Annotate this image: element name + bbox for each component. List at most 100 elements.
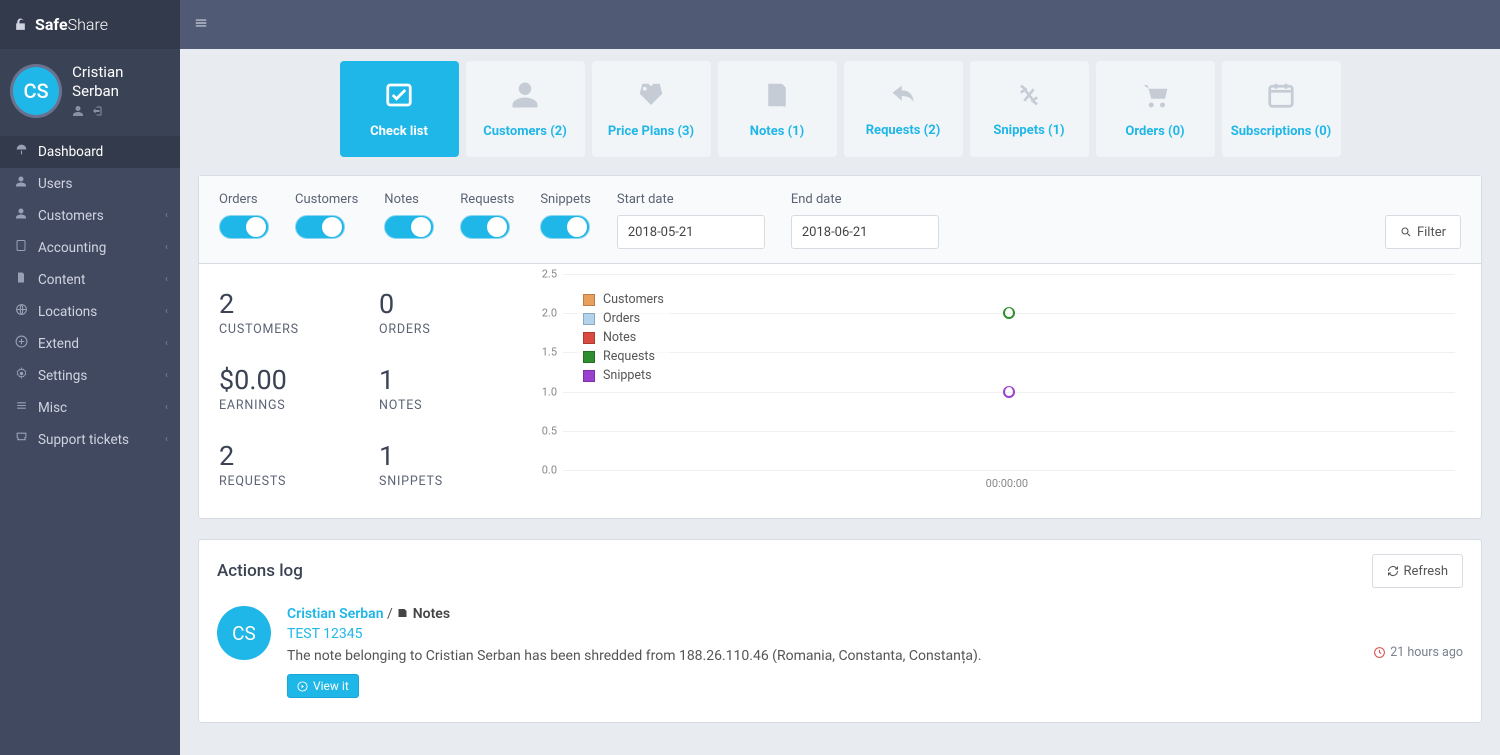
end-date-input[interactable] bbox=[791, 215, 939, 249]
toggle-requests[interactable] bbox=[460, 215, 510, 239]
clock-icon bbox=[1373, 646, 1386, 659]
toggle-customers[interactable] bbox=[295, 215, 345, 239]
toggle-orders[interactable] bbox=[219, 215, 269, 239]
stat-value: 2 bbox=[219, 288, 369, 320]
tab-notes[interactable]: Notes (1) bbox=[718, 61, 837, 157]
sidebar-item-locations[interactable]: Locations bbox=[0, 296, 180, 328]
tab-check[interactable]: Check list bbox=[340, 61, 459, 157]
sidebar-item-customers[interactable]: Customers bbox=[0, 200, 180, 232]
stat-label: CUSTOMERS bbox=[219, 322, 369, 337]
stat-requests: 2REQUESTS bbox=[219, 440, 369, 494]
tab-price[interactable]: Price Plans (3) bbox=[592, 61, 711, 157]
activity-chart: 0.00.51.01.52.02.500:00:00CustomersOrder… bbox=[529, 274, 1461, 494]
stat-value: 1 bbox=[379, 364, 529, 396]
arrow-icon bbox=[297, 681, 308, 692]
sidebar-item-dashboard[interactable]: Dashboard bbox=[0, 136, 180, 168]
toggle-notes[interactable] bbox=[384, 215, 434, 239]
stat-orders: 0ORDERS bbox=[379, 288, 529, 342]
toggle-label: Snippets bbox=[540, 192, 591, 207]
stat-label: EARNINGS bbox=[219, 398, 369, 413]
end-date-label: End date bbox=[791, 192, 939, 207]
y-tick: 0.0 bbox=[542, 464, 557, 477]
calc-icon bbox=[14, 239, 28, 256]
toggle-label: Orders bbox=[219, 192, 269, 207]
sidebar-item-settings[interactable]: Settings bbox=[0, 360, 180, 392]
log-user-link[interactable]: Cristian Serban bbox=[287, 606, 384, 622]
cog-icon bbox=[14, 367, 28, 384]
stat-label: ORDERS bbox=[379, 322, 529, 337]
log-item: CS Cristian Serban / Notes TEST 12345 Th… bbox=[199, 602, 1481, 722]
tab-requests[interactable]: Requests (2) bbox=[844, 61, 963, 157]
user-name: Cristian Serban bbox=[72, 63, 170, 101]
tab-customers[interactable]: Customers (2) bbox=[466, 61, 585, 157]
log-item-title[interactable]: TEST 12345 bbox=[287, 626, 1357, 642]
tab-icon bbox=[762, 80, 792, 114]
tab-label: Customers (2) bbox=[483, 124, 567, 139]
tab-label: Notes (1) bbox=[750, 124, 804, 139]
tab-orders[interactable]: Orders (0) bbox=[1096, 61, 1215, 157]
doc-icon bbox=[14, 271, 28, 288]
tab-icon bbox=[1138, 80, 1172, 114]
tab-icon bbox=[1012, 81, 1046, 113]
logout-icon[interactable] bbox=[90, 105, 103, 120]
sidebar-item-label: Misc bbox=[38, 400, 67, 416]
brand[interactable]: SafeShare bbox=[0, 0, 180, 49]
list-icon bbox=[14, 399, 28, 416]
ticket-icon bbox=[14, 431, 28, 448]
tab-snippets[interactable]: Snippets (1) bbox=[970, 61, 1089, 157]
chevron-left-icon: ‹ bbox=[165, 370, 168, 381]
sidebar-item-label: Users bbox=[38, 176, 72, 192]
user-profile: CS Cristian Serban bbox=[0, 49, 180, 136]
sidebar-item-content[interactable]: Content bbox=[0, 264, 180, 296]
toggle-label: Requests bbox=[460, 192, 514, 207]
user-icon bbox=[14, 175, 28, 192]
tab-icon bbox=[886, 81, 920, 113]
sidebar-item-extend[interactable]: Extend bbox=[0, 328, 180, 360]
view-it-button[interactable]: View it bbox=[287, 674, 359, 698]
sidebar-item-label: Support tickets bbox=[38, 432, 129, 448]
toggle-label: Customers bbox=[295, 192, 358, 207]
chevron-left-icon: ‹ bbox=[165, 338, 168, 349]
sidebar-item-label: Settings bbox=[38, 368, 87, 384]
chevron-left-icon: ‹ bbox=[165, 434, 168, 445]
y-tick: 1.5 bbox=[542, 346, 557, 359]
y-tick: 1.0 bbox=[542, 385, 557, 398]
y-tick: 0.5 bbox=[542, 424, 557, 437]
stat-label: SNIPPETS bbox=[379, 474, 529, 489]
stat-customers: 2 CUSTOMERS bbox=[219, 288, 369, 342]
stat-earnings: $0.00EARNINGS bbox=[219, 364, 369, 418]
filter-button[interactable]: Filter bbox=[1385, 215, 1461, 249]
stat-value: 1 bbox=[379, 440, 529, 472]
dashboard-icon bbox=[14, 143, 28, 160]
stats-grid: 2 CUSTOMERS 0ORDERS$0.00EARNINGS1NOTES2REQ… bbox=[219, 274, 529, 494]
log-headline: Cristian Serban / Notes bbox=[287, 606, 1357, 622]
toggle-snippets[interactable] bbox=[540, 215, 590, 239]
start-date-input[interactable] bbox=[617, 215, 765, 249]
stat-notes: 1NOTES bbox=[379, 364, 529, 418]
chevron-left-icon: ‹ bbox=[165, 402, 168, 413]
sidebar-item-misc[interactable]: Misc bbox=[0, 392, 180, 424]
avatar[interactable]: CS bbox=[10, 64, 62, 118]
chevron-left-icon: ‹ bbox=[165, 242, 168, 253]
sidebar-item-accounting[interactable]: Accounting bbox=[0, 232, 180, 264]
sidebar-item-label: Content bbox=[38, 272, 85, 288]
stat-snippets: 1 SNIPPETS bbox=[379, 440, 529, 494]
sidebar-item-label: Dashboard bbox=[38, 144, 103, 160]
actions-log-panel: Actions log Refresh CS Cristian Serban /… bbox=[198, 539, 1482, 723]
user-icon[interactable] bbox=[72, 105, 84, 120]
toggle-label: Notes bbox=[384, 192, 434, 207]
refresh-button[interactable]: Refresh bbox=[1372, 554, 1463, 588]
log-item-desc: The note belonging to Cristian Serban ha… bbox=[287, 648, 1357, 664]
sidebar-item-support tickets[interactable]: Support tickets bbox=[0, 424, 180, 456]
tab-label: Snippets (1) bbox=[993, 123, 1064, 138]
hamburger-icon[interactable] bbox=[194, 15, 208, 34]
chevron-left-icon: ‹ bbox=[165, 274, 168, 285]
refresh-icon bbox=[1387, 565, 1399, 577]
tab-subscriptions[interactable]: Subscriptions (0) bbox=[1222, 61, 1341, 157]
sidebar-item-users[interactable]: Users bbox=[0, 168, 180, 200]
tabs: Check list Customers (2) Price Plans (3) No… bbox=[180, 49, 1500, 167]
log-avatar: CS bbox=[217, 606, 271, 660]
actions-log-title: Actions log bbox=[217, 561, 303, 581]
lock-icon bbox=[14, 17, 27, 32]
stat-value: 2 bbox=[219, 440, 369, 472]
